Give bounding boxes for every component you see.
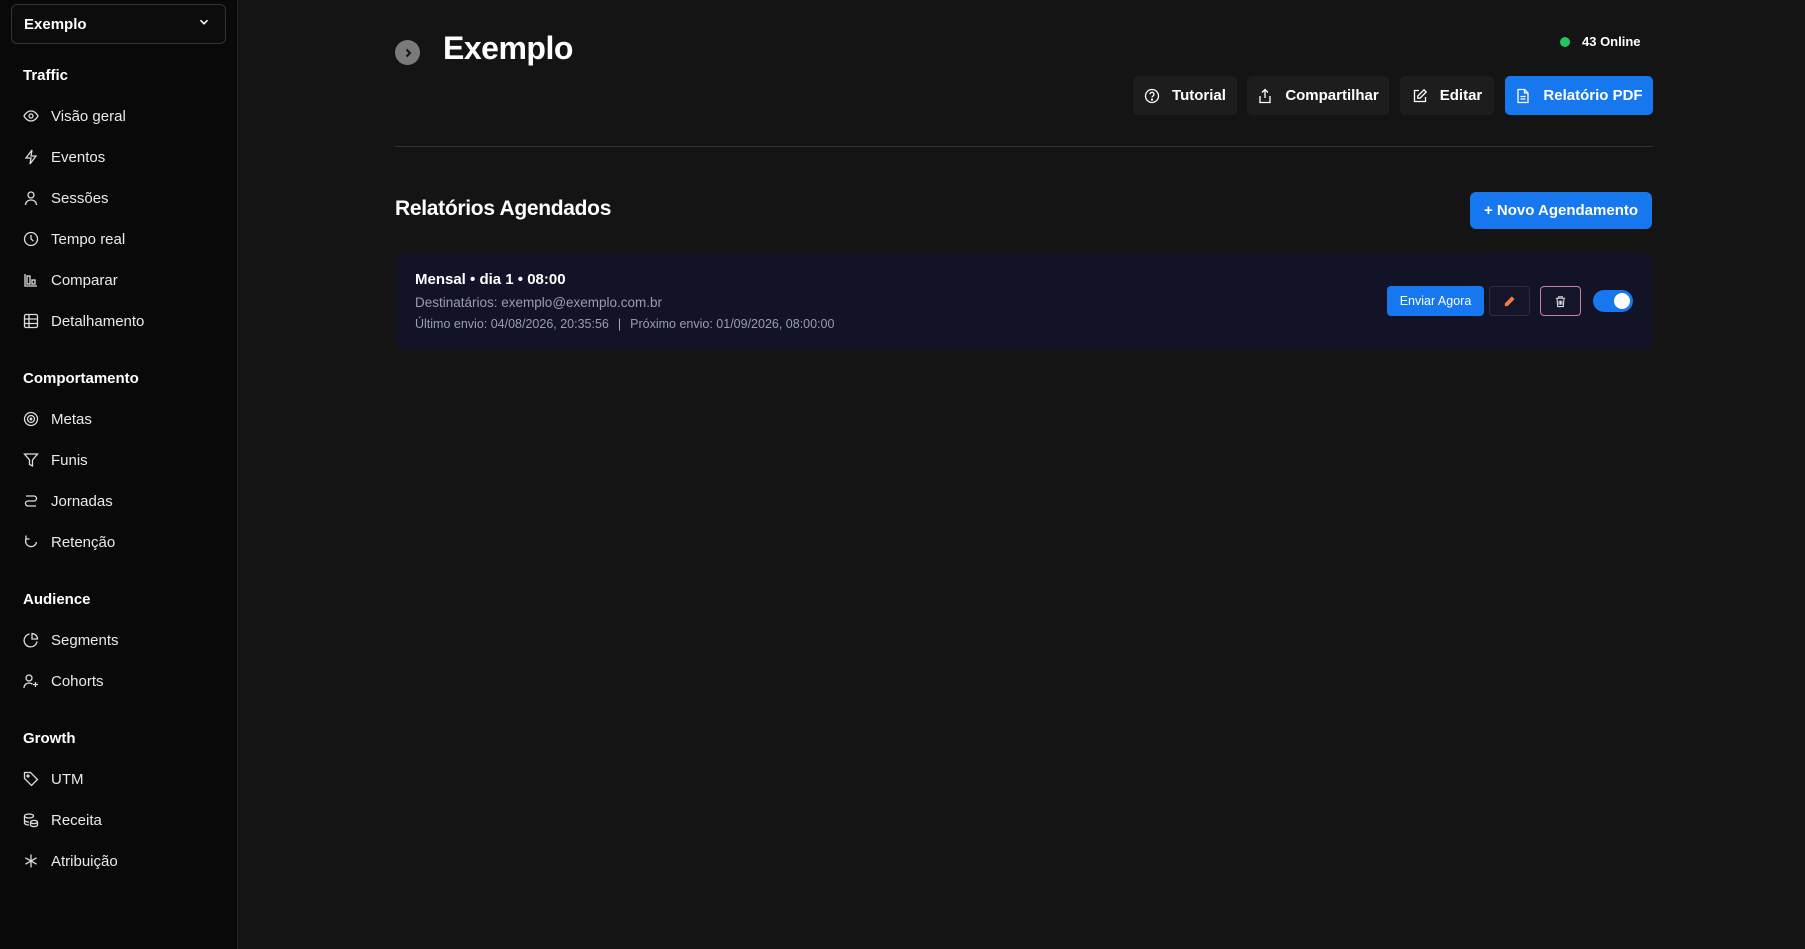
sidebar-item-metas[interactable]: Metas [23, 407, 92, 431]
sidebar-item-funis[interactable]: Funis [23, 448, 88, 472]
sidebar-item-label: Sessões [51, 189, 109, 207]
sidebar-item-receita[interactable]: Receita [23, 808, 102, 832]
new-schedule-button[interactable]: + Novo Agendamento [1470, 192, 1652, 229]
sidebar-item-visao-geral[interactable]: Visão geral [23, 104, 126, 128]
online-indicator: 43 Online [1560, 34, 1641, 49]
header-divider [395, 146, 1653, 147]
pdf-report-label: Relatório PDF [1543, 87, 1643, 104]
sidebar-item-utm[interactable]: UTM [23, 767, 84, 791]
sidebar: Exemplo Traffic Visão geral Eventos Sess… [0, 0, 238, 949]
edit-button[interactable]: Editar [1400, 76, 1494, 115]
route-icon [23, 493, 39, 509]
edit-schedule-button[interactable] [1489, 286, 1530, 316]
sidebar-item-label: Tempo real [51, 230, 126, 248]
sidebar-item-label: Metas [51, 410, 92, 428]
online-count: 43 Online [1582, 34, 1641, 49]
meta-separator: | [617, 317, 622, 331]
schedule-last-sent: Último envio: 04/08/2026, 20:35:56 [415, 317, 609, 331]
pdf-report-button[interactable]: Relatório PDF [1505, 76, 1653, 115]
expand-sidebar-button[interactable] [395, 40, 420, 65]
sidebar-item-label: Detalhamento [51, 312, 145, 330]
online-status-dot [1560, 36, 1570, 47]
user-plus-icon [23, 673, 39, 689]
document-icon [1515, 88, 1543, 104]
sidebar-item-label: Atribuição [51, 852, 118, 870]
nav-heading-comportamento: Comportamento [23, 370, 139, 387]
sidebar-item-comparar[interactable]: Comparar [23, 268, 118, 292]
sidebar-item-label: Jornadas [51, 492, 113, 510]
sidebar-item-label: Eventos [51, 148, 106, 166]
tag-icon [23, 771, 39, 787]
bar-chart-icon [23, 272, 39, 288]
pie-chart-icon [23, 632, 39, 648]
nav-heading-audience: Audience [23, 591, 91, 608]
sidebar-item-label: UTM [51, 770, 84, 788]
edit-icon [1412, 88, 1440, 104]
schedule-title: Mensal • dia 1 • 08:00 [415, 271, 566, 288]
chevron-right-icon [402, 47, 414, 59]
share-icon [1257, 88, 1285, 104]
sidebar-item-eventos[interactable]: Eventos [23, 145, 105, 169]
tutorial-button[interactable]: Tutorial [1133, 76, 1237, 115]
table-icon [23, 313, 39, 329]
sidebar-item-label: Funis [51, 451, 88, 469]
site-selector[interactable]: Exemplo [11, 4, 226, 44]
scheduled-report-card: Mensal • dia 1 • 08:00 Destinatários: ex… [395, 253, 1653, 349]
share-label: Compartilhar [1285, 87, 1379, 104]
page-title: Exemplo [443, 30, 573, 66]
lightning-icon [23, 149, 39, 165]
sidebar-item-jornadas[interactable]: Jornadas [23, 489, 113, 513]
site-selector-value: Exemplo [24, 15, 87, 33]
schedule-enabled-toggle[interactable] [1593, 290, 1633, 312]
toggle-knob [1614, 293, 1630, 309]
nav-heading-growth: Growth [23, 730, 76, 747]
schedule-meta: Último envio: 04/08/2026, 20:35:56 | Pró… [415, 317, 834, 331]
trash-icon [1554, 295, 1567, 308]
sidebar-item-label: Receita [51, 811, 102, 829]
nav-heading-traffic: Traffic [23, 67, 69, 84]
asterisk-icon [23, 853, 39, 869]
sidebar-item-label: Segments [51, 631, 119, 649]
funnel-icon [23, 452, 39, 468]
user-icon [23, 190, 39, 206]
sidebar-item-label: Retenção [51, 533, 116, 551]
send-now-button[interactable]: Enviar Agora [1387, 286, 1484, 316]
pencil-icon [1503, 295, 1516, 308]
clock-icon [23, 231, 39, 247]
tutorial-label: Tutorial [1172, 87, 1226, 104]
chevron-down-icon [197, 15, 211, 33]
sidebar-item-detalhamento[interactable]: Detalhamento [23, 309, 144, 333]
sidebar-item-segments[interactable]: Segments [23, 628, 119, 652]
edit-label: Editar [1439, 87, 1483, 104]
sidebar-item-atribuicao[interactable]: Atribuição [23, 849, 118, 873]
refresh-icon [23, 534, 39, 550]
help-circle-icon [1144, 88, 1172, 104]
sidebar-item-retencao[interactable]: Retenção [23, 530, 115, 554]
eye-icon [23, 108, 39, 124]
section-title: Relatórios Agendados [395, 197, 612, 220]
target-icon [23, 411, 39, 427]
sidebar-item-label: Comparar [51, 271, 118, 289]
sidebar-item-label: Visão geral [51, 107, 126, 125]
share-button[interactable]: Compartilhar [1247, 76, 1389, 115]
sidebar-item-label: Cohorts [51, 672, 104, 690]
sidebar-item-cohorts[interactable]: Cohorts [23, 669, 104, 693]
delete-schedule-button[interactable] [1540, 286, 1581, 316]
schedule-next-sent: Próximo envio: 01/09/2026, 08:00:00 [630, 317, 835, 331]
coins-icon [23, 812, 39, 828]
sidebar-item-tempo-real[interactable]: Tempo real [23, 227, 125, 251]
sidebar-item-sessoes[interactable]: Sessões [23, 186, 109, 210]
schedule-recipients: Destinatários: exemplo@exemplo.com.br [415, 295, 663, 310]
main-content: Exemplo 43 Online Tutorial Compartilhar … [238, 0, 1805, 949]
